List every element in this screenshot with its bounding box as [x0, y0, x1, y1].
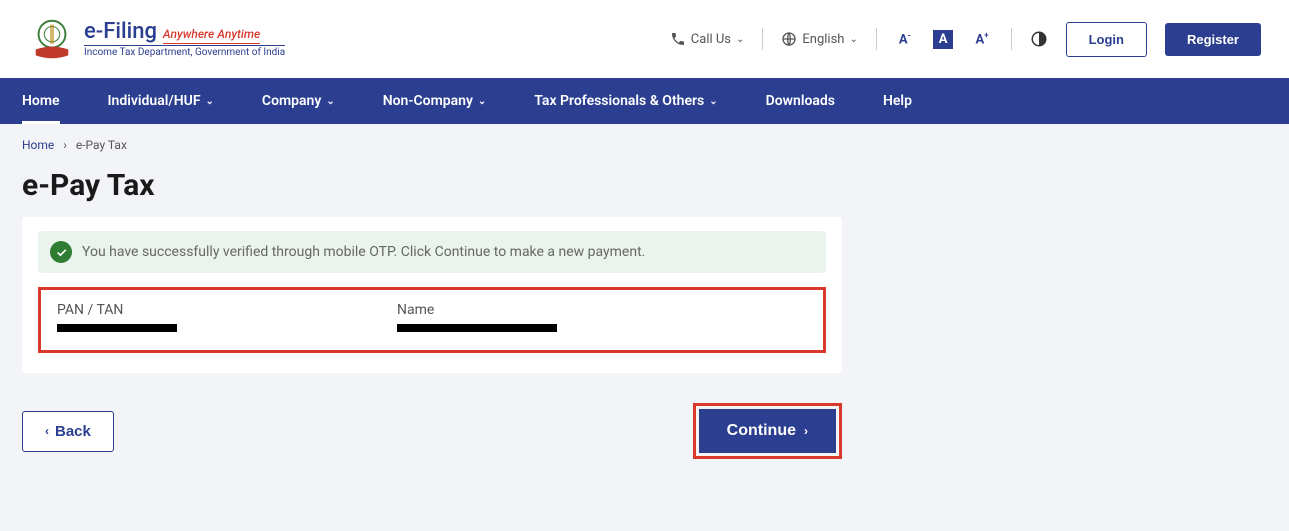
breadcrumb: Home › e-Pay Tax: [0, 124, 1289, 160]
main-nav: Home Individual/HUF ⌄ Company ⌄ Non-Comp…: [0, 78, 1289, 124]
chevron-down-icon: ⌄: [326, 96, 334, 107]
contrast-icon[interactable]: [1030, 30, 1048, 48]
language-dropdown[interactable]: English ⌄: [781, 31, 857, 47]
chevron-down-icon: ⌄: [206, 96, 214, 107]
phone-icon: [670, 31, 686, 47]
pan-tan-value: [57, 324, 177, 332]
call-us-label: Call Us: [691, 32, 731, 47]
breadcrumb-home[interactable]: Home: [22, 138, 54, 152]
nav-tax-professionals[interactable]: Tax Professionals & Others ⌄: [534, 78, 717, 124]
brand-subtitle: Income Tax Department, Government of Ind…: [84, 45, 285, 58]
name-value: [397, 324, 557, 332]
chevron-left-icon: ‹: [45, 424, 49, 438]
nav-non-company[interactable]: Non-Company ⌄: [383, 78, 487, 124]
back-button[interactable]: ‹ Back: [22, 411, 114, 452]
chevron-down-icon: ⌄: [849, 34, 857, 45]
login-button[interactable]: Login: [1066, 22, 1147, 57]
breadcrumb-current: e-Pay Tax: [76, 138, 127, 152]
brand-tagline: Anywhere Anytime: [163, 28, 260, 43]
nav-individual-huf[interactable]: Individual/HUF ⌄: [108, 78, 214, 124]
alert-text: You have successfully verified through m…: [82, 244, 645, 260]
verified-info-box: PAN / TAN Name: [38, 287, 826, 353]
font-increase[interactable]: A+: [971, 29, 992, 49]
register-button[interactable]: Register: [1165, 23, 1261, 56]
breadcrumb-separator: ›: [63, 138, 67, 152]
logo[interactable]: e-Filing Anywhere Anytime Income Tax Dep…: [28, 15, 285, 63]
nav-help[interactable]: Help: [883, 78, 912, 124]
pan-tan-label: PAN / TAN: [57, 302, 177, 318]
name-label: Name: [397, 302, 557, 318]
emblem-icon: [28, 15, 76, 63]
page-title: e-Pay Tax: [22, 168, 1267, 203]
chevron-down-icon: ⌄: [736, 34, 744, 45]
content-card: You have successfully verified through m…: [22, 217, 842, 373]
globe-icon: [781, 31, 797, 47]
font-normal[interactable]: A: [933, 30, 954, 49]
nav-company[interactable]: Company ⌄: [262, 78, 335, 124]
nav-downloads[interactable]: Downloads: [766, 78, 835, 124]
nav-home[interactable]: Home: [22, 78, 60, 124]
language-label: English: [802, 32, 844, 47]
call-us-dropdown[interactable]: Call Us ⌄: [670, 31, 745, 47]
continue-button[interactable]: Continue ›: [699, 409, 836, 453]
chevron-down-icon: ⌄: [478, 96, 486, 107]
chevron-down-icon: ⌄: [709, 96, 717, 107]
success-alert: You have successfully verified through m…: [38, 231, 826, 273]
chevron-right-icon: ›: [804, 424, 808, 438]
brand-name: e-Filing: [84, 20, 157, 44]
check-icon: [50, 241, 72, 263]
font-decrease[interactable]: A-: [895, 29, 915, 49]
